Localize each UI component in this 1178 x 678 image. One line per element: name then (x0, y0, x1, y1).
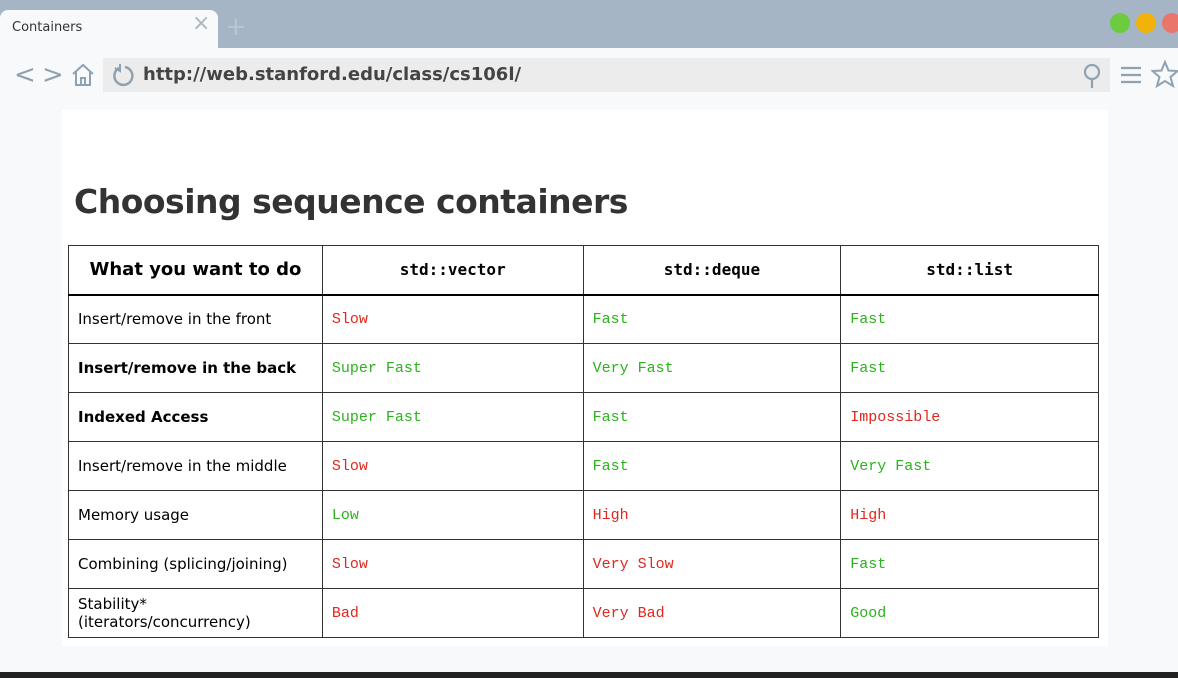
rating-cell: Fast (582, 294, 842, 344)
rating-cell: Fast (840, 343, 1099, 393)
row-label: Insert/remove in the back (68, 343, 323, 393)
table-row: Combining (splicing/joining) Slow Very Slo… (68, 539, 1099, 589)
tab-title: Containers (12, 20, 83, 35)
row-label: Memory usage (68, 490, 323, 540)
rating-cell: Low (321, 490, 584, 540)
back-icon[interactable]: < (14, 58, 36, 92)
page-title: Choosing sequence containers (74, 182, 628, 221)
column-header: std::deque (582, 245, 842, 296)
row-label: Insert/remove in the middle (68, 441, 323, 491)
rating-cell: High (840, 490, 1099, 540)
row-label: Stability* (iterators/concurrency) (68, 588, 323, 638)
rating-cell: Very Bad (582, 588, 842, 638)
bookmark-star-icon[interactable] (1151, 60, 1178, 88)
home-icon[interactable] (70, 62, 96, 88)
row-label: Insert/remove in the front (68, 294, 323, 344)
table-row: Memory usage Low High High (68, 490, 1099, 540)
close-tab-icon[interactable]: × (192, 13, 210, 35)
column-header: What you want to do (68, 245, 323, 296)
table-row: Indexed Access Super Fast Fast Impossible (68, 392, 1099, 442)
maximize-window-button[interactable] (1110, 13, 1130, 33)
menu-icon[interactable] (1120, 64, 1142, 86)
row-label: Indexed Access (68, 392, 323, 442)
rating-cell: Bad (321, 588, 584, 638)
rating-cell: Fast (840, 539, 1099, 589)
rating-cell: Fast (840, 294, 1099, 344)
browser-tab[interactable]: Containers (0, 10, 218, 48)
rating-cell: Good (840, 588, 1099, 638)
reload-icon[interactable] (111, 63, 135, 87)
rating-cell: Slow (321, 539, 584, 589)
rating-cell: Fast (582, 441, 842, 491)
table-row: Insert/remove in the front Slow Fast Fast (68, 294, 1099, 344)
browser-tab-bar: Containers × + (0, 0, 1178, 48)
close-window-button[interactable] (1162, 13, 1178, 33)
rating-cell: Slow (321, 441, 584, 491)
minimize-window-button[interactable] (1136, 13, 1156, 33)
comparison-table: What you want to do std::vector std::deque… (68, 245, 1099, 638)
search-icon[interactable] (1081, 62, 1103, 90)
rating-cell: Super Fast (321, 343, 584, 393)
column-header: std::list (840, 245, 1099, 296)
row-label: Combining (splicing/joining) (68, 539, 323, 589)
url-text[interactable]: http://web.stanford.edu/class/cs106l/ (143, 64, 521, 85)
rating-cell: High (582, 490, 842, 540)
column-header: std::vector (321, 245, 584, 296)
table-row: Stability* (iterators/concurrency) Bad Ver… (68, 588, 1099, 638)
address-bar[interactable]: http://web.stanford.edu/class/cs106l/ (103, 58, 1110, 92)
rating-cell: Impossible (840, 392, 1099, 442)
rating-cell: Very Fast (582, 343, 842, 393)
table-row: Insert/remove in the middle Slow Fast Very … (68, 441, 1099, 491)
rating-cell: Super Fast (321, 392, 584, 442)
table-row: Insert/remove in the back Super Fast Very … (68, 343, 1099, 393)
rating-cell: Very Fast (840, 441, 1099, 491)
rating-cell: Slow (321, 294, 584, 344)
rating-cell: Very Slow (582, 539, 842, 589)
rating-cell: Fast (582, 392, 842, 442)
new-tab-icon[interactable]: + (225, 14, 247, 40)
forward-icon[interactable]: > (42, 58, 64, 92)
bottom-bar (0, 672, 1178, 678)
